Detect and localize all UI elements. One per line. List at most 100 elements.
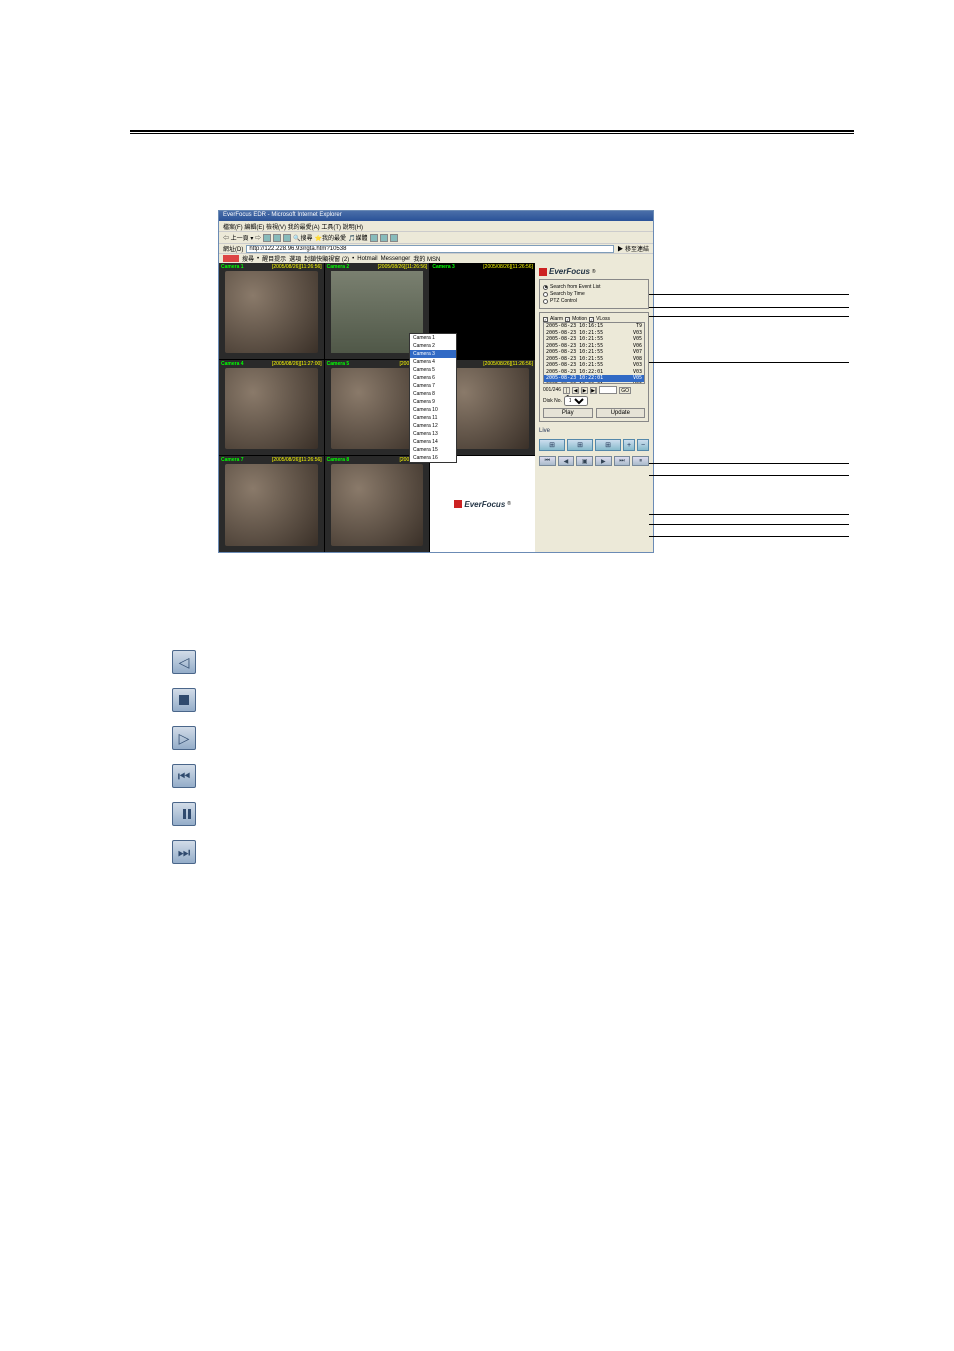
radio-event-list[interactable] [543,285,548,290]
msn-mymsn-btn[interactable]: 我的 MSN [413,254,440,263]
pager-total: 001/246 [543,387,561,393]
step-fwd-icon: ⏭ [172,840,196,864]
pager-row: 001/246 |◀ ◀ ▶ ▶| GO [543,386,645,394]
dvr-content: Camera 1[2005/08/26][11:26:56] Camera 2[… [219,263,653,552]
page-horizontal-rule [130,130,854,134]
radio-search-time[interactable] [543,292,548,297]
context-menu-item[interactable]: Camera 3 [410,350,456,358]
browser-window: EverFocus EDR - Microsoft Internet Explo… [218,210,654,553]
mail-icon[interactable] [380,234,388,242]
stop-icon[interactable] [263,234,271,242]
stop-icon [172,688,196,712]
play-icon: ▷ [172,726,196,750]
context-menu-item[interactable]: Camera 15 [410,446,456,454]
context-menu-item[interactable]: Camera 13 [410,430,456,438]
address-bar: 網址(D) ▶ 移至 連結 [219,243,653,253]
disk-select[interactable]: 1 [564,396,588,406]
disk-label: Disk No. [543,398,562,404]
zoom-in-button[interactable]: + [623,439,635,451]
playback-buttons-row: ⏮ ◀ ▣ ▶ ⏭ ⏸ [539,456,649,466]
camera-cell-8[interactable]: Camera 8[2005/08/26] [325,456,430,552]
layout-1x1-button[interactable]: ⊞ [539,439,565,451]
msn-hotmail-btn[interactable]: Hotmail [357,256,377,262]
browser-toolbar[interactable]: ⇦ 上一頁 ▾ ⇨ 🔍搜尋 ⭐我的最愛 🎵媒體 [219,231,653,243]
pause-icon [172,802,196,826]
nav-back-button[interactable]: ⇦ 上一頁 ▾ ⇨ [223,233,261,242]
camera-cell-4[interactable]: Camera 4[2005/08/26][11:27:00] [219,360,324,456]
camera-context-menu[interactable]: Camera 1Camera 2Camera 3Camera 4Camera 5… [409,333,457,463]
context-menu-item[interactable]: Camera 5 [410,366,456,374]
brand-label: EverFocus [549,267,590,276]
pager-last[interactable]: ▶| [590,387,597,394]
layout-3x3-button[interactable]: ⊞ [595,439,621,451]
context-menu-item[interactable]: Camera 9 [410,398,456,406]
cb-vloss[interactable]: ✓ [589,317,594,322]
msn-popup-btn[interactable]: 封鎖快顯視窗 (2) [304,254,349,263]
browser-menubar[interactable]: 檔案(F) 編輯(E) 檢視(V) 我的最愛(A) 工具(T) 說明(H) [219,221,653,231]
callout-leader-lines [654,210,864,553]
context-menu-item[interactable]: Camera 11 [410,414,456,422]
update-button[interactable]: Update [596,408,646,418]
window-titlebar: EverFocus EDR - Microsoft Internet Explo… [219,211,653,221]
msn-highlight-btn[interactable]: 醒目提示 [262,254,286,263]
search-mode-group: Search from Event List Search by Time PT… [539,279,649,309]
context-menu-item[interactable]: Camera 16 [410,454,456,462]
context-menu-item[interactable]: Camera 12 [410,422,456,430]
back-play-button[interactable]: ◀ [558,456,575,466]
right-panel: EverFocus® Search from Event List Search… [535,263,653,552]
print-icon[interactable] [390,234,398,242]
pager-prev[interactable]: ◀ [572,387,579,394]
play-button[interactable]: Play [543,408,593,418]
rev-play-button[interactable]: ⏮ [539,456,556,466]
context-menu-item[interactable]: Camera 2 [410,342,456,350]
everfocus-e-icon [454,500,462,508]
pause-play-button[interactable]: ⏸ [632,456,649,466]
cb-alarm[interactable]: ✓ [543,317,548,322]
event-list-row[interactable]: 2005-08-23 10:22:01V06 [544,382,644,385]
filter-group: ✓Alarm ✓Motion ✓VLoss 2005-08-23 10:16:1… [539,312,649,422]
brand-label: EverFocus [464,500,505,509]
search-button[interactable]: 🔍搜尋 [293,233,313,242]
go-button[interactable]: ▶ 移至 [617,244,637,253]
msn-messenger-btn[interactable]: Messenger [381,256,411,262]
links-label[interactable]: 連結 [637,244,649,253]
history-icon[interactable] [370,234,378,242]
address-input[interactable] [246,245,614,253]
ffwd-play-button[interactable]: ⏭ [614,456,631,466]
camera-grid: Camera 1[2005/08/26][11:26:56] Camera 2[… [219,263,535,552]
context-menu-item[interactable]: Camera 10 [410,406,456,414]
camera-cell-7[interactable]: Camera 7[2005/08/26][11:26:56] [219,456,324,552]
pager-go-button[interactable]: GO [619,387,631,394]
msn-logo-icon [223,255,239,262]
context-menu-item[interactable]: Camera 8 [410,390,456,398]
context-menu-item[interactable]: Camera 6 [410,374,456,382]
rev-play-icon: ◁ [172,650,196,674]
layout-buttons-row: ⊞ ⊞ ⊞ + − [539,439,649,451]
favorites-button[interactable]: ⭐我的最愛 [315,233,347,242]
radio-ptz-control[interactable] [543,299,548,304]
msn-options-btn[interactable]: 選項 [289,254,301,263]
media-button[interactable]: 🎵媒體 [348,233,368,242]
context-menu-item[interactable]: Camera 4 [410,358,456,366]
live-label: Live [539,428,649,434]
pager-jump-input[interactable] [599,386,617,394]
context-menu-item[interactable]: Camera 1 [410,334,456,342]
zoom-out-button[interactable]: − [637,439,649,451]
pager-next[interactable]: ▶ [581,387,588,394]
msn-toolbar[interactable]: 搜尋 • 醒目提示 選項 封鎖快顯視窗 (2) • Hotmail Messen… [219,253,653,263]
pager-first[interactable]: |◀ [563,387,570,394]
context-menu-item[interactable]: Camera 14 [410,438,456,446]
cb-motion[interactable]: ✓ [565,317,570,322]
everfocus-e-icon [539,268,547,276]
context-menu-item[interactable]: Camera 7 [410,382,456,390]
home-icon[interactable] [283,234,291,242]
layout-2x2-button[interactable]: ⊞ [567,439,593,451]
step-back-icon: ⏮ [172,764,196,788]
msn-search-btn[interactable]: 搜尋 [242,254,254,263]
stop-play-button[interactable]: ▣ [576,456,593,466]
fwd-play-button[interactable]: ▶ [595,456,612,466]
event-list[interactable]: 2005-08-23 10:16:15T92005-08-23 10:21:55… [543,322,645,384]
playback-icon-legend: ◁ ▷ ⏮ ⏭ [172,650,196,864]
camera-cell-1[interactable]: Camera 1[2005/08/26][11:26:56] [219,263,324,359]
refresh-icon[interactable] [273,234,281,242]
